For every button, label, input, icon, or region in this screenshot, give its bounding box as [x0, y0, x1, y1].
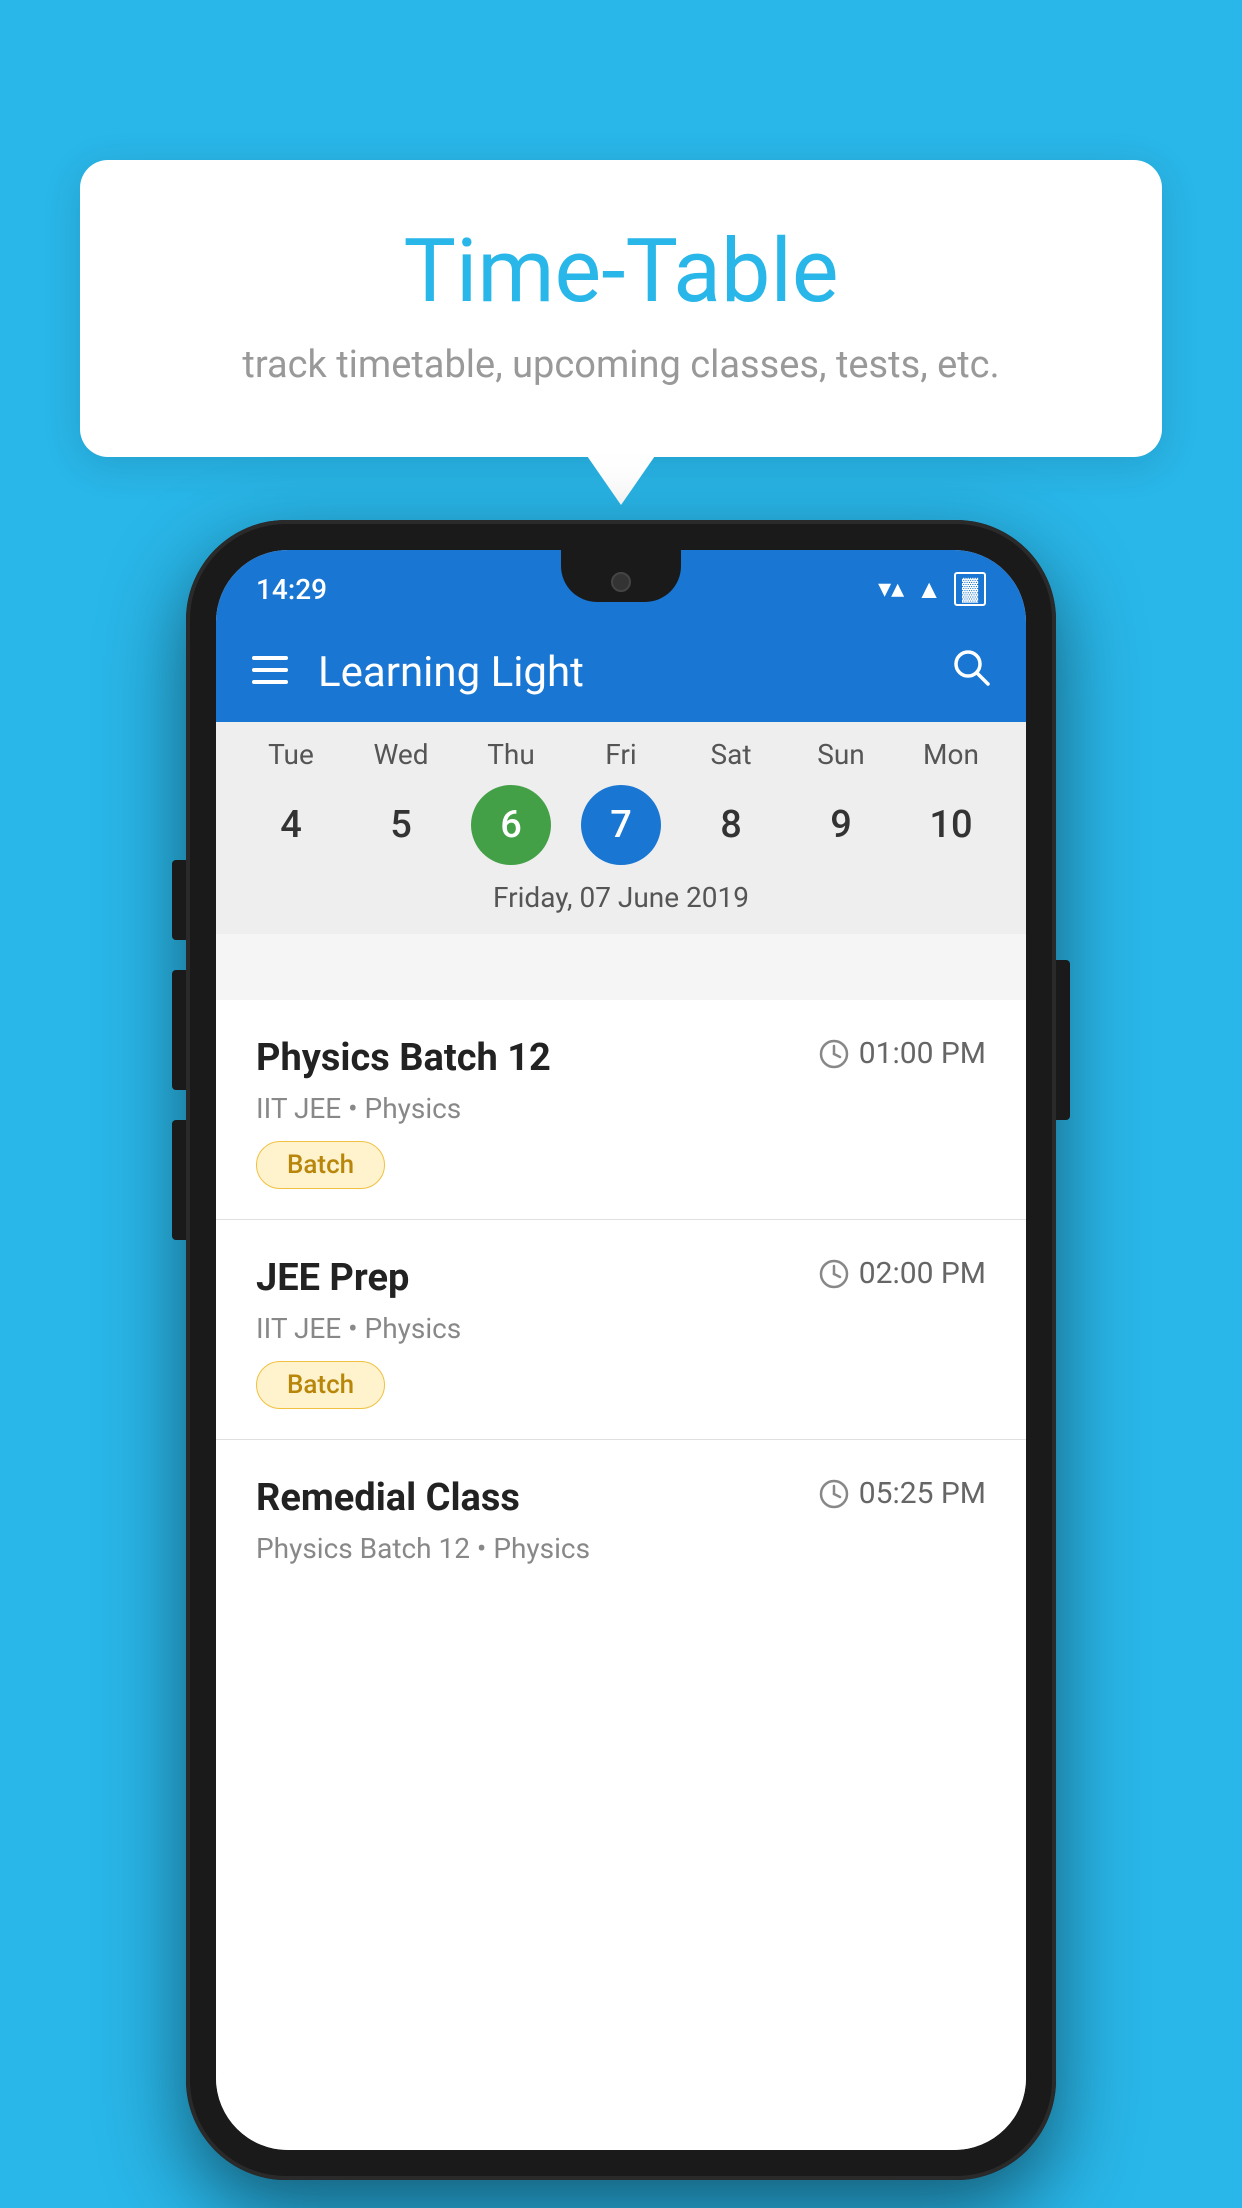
event-item-2[interactable]: JEE Prep 02:00 PM IIT JEE • Physics Batc…	[216, 1220, 1026, 1440]
event-header-2: JEE Prep 02:00 PM	[256, 1256, 986, 1300]
event-list: Physics Batch 12 01:00 PM IIT JEE • Phys…	[216, 1000, 1026, 2150]
menu-icon[interactable]	[252, 651, 288, 693]
event-item-3[interactable]: Remedial Class 05:25 PM Physics Batch 12…	[216, 1440, 1026, 1611]
day-9[interactable]: 9	[801, 785, 881, 865]
battery-icon: ▓	[954, 572, 986, 606]
event-time-1: 01:00 PM	[819, 1036, 986, 1071]
day-label-thu: Thu	[471, 738, 551, 771]
event-name-1: Physics Batch 12	[256, 1036, 551, 1080]
event-name-3: Remedial Class	[256, 1476, 520, 1520]
day-labels-row: Tue Wed Thu Fri Sat Sun Mon	[216, 738, 1026, 771]
tooltip-subtitle: track timetable, upcoming classes, tests…	[160, 343, 1082, 387]
selected-date-label: Friday, 07 June 2019	[216, 881, 1026, 926]
search-button[interactable]	[952, 648, 990, 696]
day-label-fri: Fri	[581, 738, 661, 771]
event-header-1: Physics Batch 12 01:00 PM	[256, 1036, 986, 1080]
event-time-2: 02:00 PM	[819, 1256, 986, 1291]
day-label-sat: Sat	[691, 738, 771, 771]
app-bar-title: Learning Light	[318, 648, 952, 697]
phone-btn-vol-up	[172, 970, 186, 1090]
app-bar: Learning Light	[216, 622, 1026, 722]
clock-icon-3	[819, 1479, 849, 1509]
status-time: 14:29	[256, 573, 327, 606]
day-8[interactable]: 8	[691, 785, 771, 865]
event-meta-2: IIT JEE • Physics	[256, 1312, 986, 1345]
day-label-sun: Sun	[801, 738, 881, 771]
event-header-3: Remedial Class 05:25 PM	[256, 1476, 986, 1520]
status-icons: ▾▴ ▲ ▓	[878, 572, 986, 606]
day-10[interactable]: 10	[911, 785, 991, 865]
tooltip-title: Time-Table	[160, 220, 1082, 323]
clock-icon-1	[819, 1039, 849, 1069]
phone-screen: 14:29 ▾▴ ▲ ▓ Learning Light	[216, 550, 1026, 2150]
event-name-2: JEE Prep	[256, 1256, 409, 1300]
phone-btn-power	[172, 860, 186, 940]
phone-notch	[561, 550, 681, 602]
day-6-today[interactable]: 6	[471, 785, 551, 865]
event-time-3: 05:25 PM	[819, 1476, 986, 1511]
event-meta-3: Physics Batch 12 • Physics	[256, 1532, 986, 1565]
day-numbers-row: 4 5 6 7 8 9 10	[216, 785, 1026, 865]
day-4[interactable]: 4	[251, 785, 331, 865]
calendar-strip: Tue Wed Thu Fri Sat Sun Mon 4 5 6 7 8 9 …	[216, 722, 1026, 934]
day-7-selected[interactable]: 7	[581, 785, 661, 865]
phone-btn-vol-down	[172, 1120, 186, 1240]
phone-btn-right	[1056, 960, 1070, 1120]
day-label-tue: Tue	[251, 738, 331, 771]
day-label-wed: Wed	[361, 738, 441, 771]
day-5[interactable]: 5	[361, 785, 441, 865]
event-meta-1: IIT JEE • Physics	[256, 1092, 986, 1125]
event-item-1[interactable]: Physics Batch 12 01:00 PM IIT JEE • Phys…	[216, 1000, 1026, 1220]
signal-icon: ▲	[916, 574, 942, 605]
day-label-mon: Mon	[911, 738, 991, 771]
tooltip-card: Time-Table track timetable, upcoming cla…	[80, 160, 1162, 457]
phone-device: 14:29 ▾▴ ▲ ▓ Learning Light	[186, 520, 1056, 2180]
batch-badge-1: Batch	[256, 1141, 385, 1189]
clock-icon-2	[819, 1259, 849, 1289]
front-camera	[611, 572, 631, 592]
batch-badge-2: Batch	[256, 1361, 385, 1409]
wifi-icon: ▾▴	[878, 574, 904, 604]
